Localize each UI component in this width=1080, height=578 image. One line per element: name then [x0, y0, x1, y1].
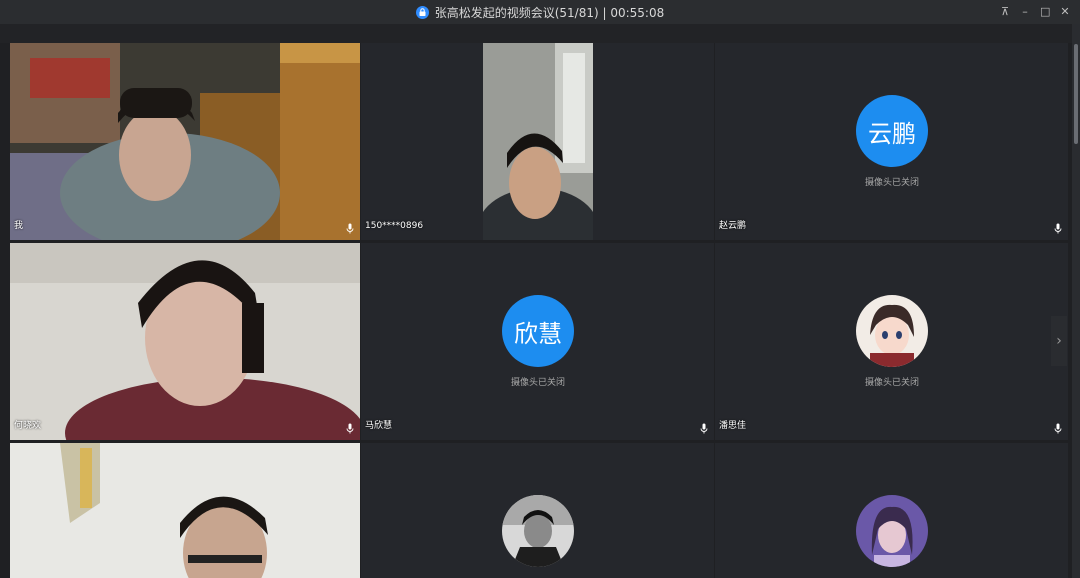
video-feed — [10, 243, 360, 440]
avatar — [856, 295, 928, 367]
participant-tile-150[interactable]: 150****0896 — [361, 43, 714, 240]
participant-tile-hexiaohuan[interactable]: 何晓欢 — [10, 243, 360, 440]
participant-name: 我 — [14, 221, 24, 231]
window-title: 张高松发起的视频会议(51/81) | 00:55:08 — [434, 5, 665, 20]
participant-tile-me[interactable]: 我 — [10, 43, 360, 240]
maximize-icon[interactable]: □ — [1040, 0, 1050, 24]
participant-name: 何晓欢 — [14, 421, 42, 431]
scrollbar-thumb[interactable] — [1074, 44, 1078, 144]
participant-tile-9[interactable] — [715, 443, 1068, 578]
participant-tile-pansijia[interactable]: 摄像头已关闭 潘思佳 — [715, 243, 1068, 440]
camera-off-label: 摄像头已关闭 — [864, 178, 919, 188]
avatar: 欣慧 — [502, 295, 574, 367]
participant-name: 赵云鹏 — [719, 221, 747, 231]
participant-tile-7[interactable] — [10, 443, 360, 578]
participant-name: 潘思佳 — [719, 421, 747, 431]
mic-icon — [1054, 423, 1062, 434]
mic-icon — [1054, 223, 1062, 234]
video-feed — [10, 43, 360, 240]
minimize-icon[interactable]: – — [1020, 0, 1030, 24]
pin-icon[interactable]: ⊼ — [1000, 0, 1010, 24]
avatar: 云鹏 — [856, 95, 928, 167]
video-feed — [10, 443, 360, 578]
mic-icon — [346, 223, 354, 234]
title-bar: 张高松发起的视频会议(51/81) | 00:55:08 ⊼ – □ ✕ — [0, 0, 1080, 24]
avatar — [502, 495, 574, 567]
close-icon[interactable]: ✕ — [1060, 0, 1070, 24]
avatar — [856, 495, 928, 567]
lock-icon — [415, 5, 429, 19]
camera-off-label: 摄像头已关闭 — [864, 378, 919, 388]
participant-tile-8[interactable] — [361, 443, 714, 578]
participant-tile-zhaoyunpeng[interactable]: 云鹏 摄像头已关闭 赵云鹏 — [715, 43, 1068, 240]
next-page-button[interactable]: › — [1051, 316, 1067, 366]
mic-icon — [700, 423, 708, 434]
camera-off-label: 摄像头已关闭 — [510, 378, 565, 388]
participant-tile-maxinhui[interactable]: 欣慧 摄像头已关闭 马欣慧 — [361, 243, 714, 440]
mic-icon — [346, 423, 354, 434]
video-grid: 我 150****0896 云鹏 摄像头已关闭 赵云鹏 何晓欢 欣慧 摄像头已关… — [10, 43, 1068, 578]
participant-name: 马欣慧 — [365, 421, 393, 431]
toolbar-strip — [0, 24, 1072, 43]
chevron-right-icon: › — [1056, 333, 1062, 349]
video-feed — [483, 43, 593, 240]
participant-name: 150****0896 — [365, 221, 424, 231]
